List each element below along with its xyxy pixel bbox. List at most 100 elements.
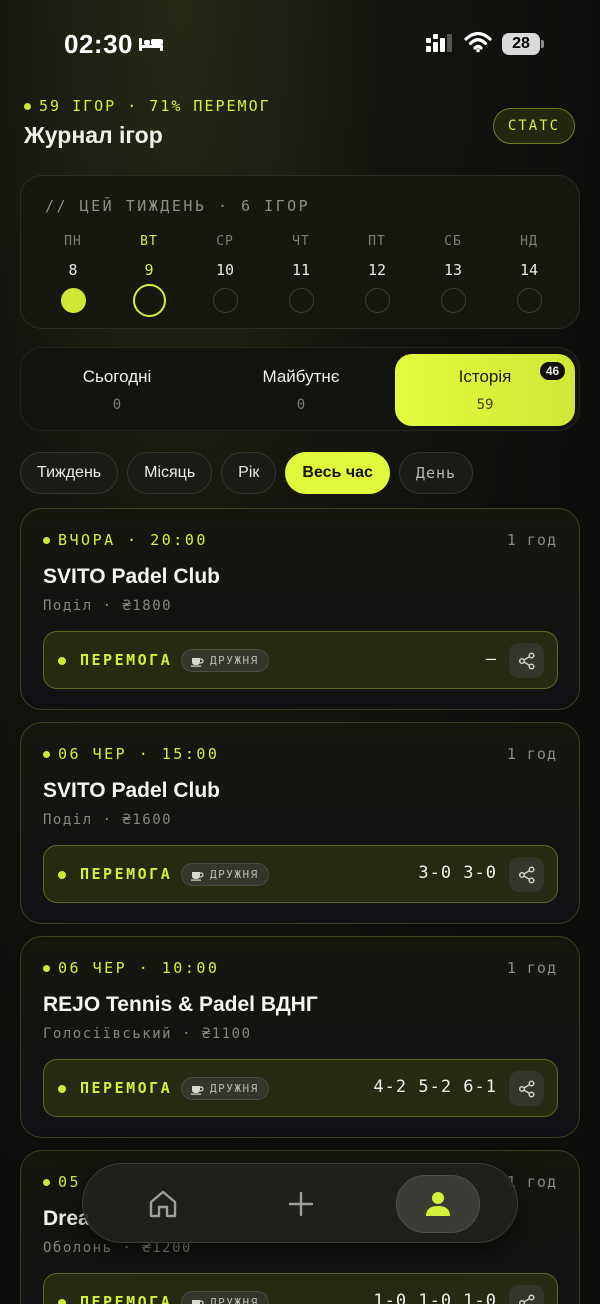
- match-type-text: ДРУЖНЯ: [210, 654, 259, 667]
- battery-tip: [541, 40, 544, 48]
- day-name: ВТ: [140, 234, 158, 249]
- coffee-cup-icon: [192, 1299, 204, 1304]
- share-button[interactable]: [509, 643, 544, 678]
- match-type-tag: ДРУЖНЯ: [181, 863, 269, 886]
- day-number: 10: [215, 261, 235, 279]
- day-number: 14: [519, 261, 539, 279]
- day-fri[interactable]: ПТ 12: [347, 234, 407, 317]
- day-indicator: [60, 288, 86, 313]
- game-card[interactable]: 06 ЧЕР · 15:00 1 год SVITO Padel Club По…: [20, 722, 580, 924]
- share-icon: [518, 651, 535, 670]
- segment-tabs: Сьогодні 0 Майбутнє 0 Історія 59 46: [20, 347, 580, 431]
- status-time: 02:30: [64, 29, 133, 59]
- day-name: ПТ: [368, 234, 386, 249]
- share-button[interactable]: [509, 857, 544, 892]
- game-date-text: 06 ЧЕР · 10:00: [58, 959, 220, 977]
- game-result: ПЕРЕМОГА ДРУЖНЯ 1-0 1-0 1-0: [43, 1273, 558, 1304]
- day-indicator: [364, 288, 390, 313]
- game-score: 3-0 3-0: [418, 863, 497, 883]
- nav-profile[interactable]: [396, 1175, 480, 1233]
- week-days: ПН 8 ВТ 9 СР 10 ЧТ 11 ПТ 12 СБ 13 НД 14: [43, 234, 559, 317]
- filter-day[interactable]: День: [398, 452, 474, 494]
- day-sat[interactable]: СБ 13: [423, 234, 483, 317]
- filter-week[interactable]: Тиждень: [20, 452, 119, 494]
- day-wed[interactable]: СР 10: [195, 234, 255, 317]
- game-score: 4-2 5-2 6-1: [373, 1077, 497, 1097]
- day-name: ЧТ: [292, 234, 310, 249]
- game-card[interactable]: 06 ЧЕР · 10:00 1 год REJO Tennis & Padel…: [20, 936, 580, 1138]
- battery-level: 28: [502, 33, 540, 55]
- game-result: ПЕРЕМОГА ДРУЖНЯ 3-0 3-0: [43, 845, 558, 903]
- summary-dot: [24, 102, 31, 110]
- match-type-tag: ДРУЖНЯ: [181, 649, 269, 672]
- share-button[interactable]: [509, 1285, 544, 1304]
- tab-label: Майбутнє: [262, 367, 340, 386]
- filter-month[interactable]: Місяць: [127, 452, 213, 494]
- home-icon: [149, 1190, 177, 1218]
- tab-upcoming[interactable]: Майбутнє 0: [211, 354, 391, 426]
- bottom-nav: [82, 1163, 518, 1243]
- day-tue[interactable]: ВТ 9: [119, 234, 179, 317]
- day-number: 11: [291, 261, 311, 279]
- game-duration: 1 год: [506, 959, 557, 977]
- game-duration: 1 год: [506, 531, 557, 549]
- day-name: ПН: [64, 234, 82, 249]
- match-type-text: ДРУЖНЯ: [210, 1296, 259, 1304]
- game-date: 06 ЧЕР · 15:00: [43, 745, 219, 763]
- game-result: ПЕРЕМОГА ДРУЖНЯ –: [43, 631, 558, 689]
- game-date: 05: [43, 1173, 81, 1191]
- share-icon: [518, 865, 535, 884]
- game-card[interactable]: ВЧОРА · 20:00 1 год SVITO Padel Club Под…: [20, 508, 580, 710]
- day-sun[interactable]: НД 14: [499, 234, 559, 317]
- date-dot: [43, 536, 50, 544]
- day-name: СР: [216, 234, 234, 249]
- coffee-cup-icon: [191, 657, 204, 667]
- tab-label: Сьогодні: [82, 367, 152, 386]
- game-date-text: ВЧОРА · 20:00: [58, 531, 208, 549]
- profile-icon: [426, 1192, 450, 1216]
- stats-button[interactable]: СТАТС: [493, 108, 575, 144]
- day-name: СБ: [444, 234, 462, 249]
- day-name: НД: [520, 234, 538, 249]
- game-venue: SVITO Padel Club: [43, 779, 220, 802]
- game-date-text: 05: [58, 1173, 82, 1191]
- tab-today[interactable]: Сьогодні 0: [27, 354, 207, 426]
- result-label: ПЕРЕМОГА: [80, 1079, 173, 1097]
- day-number: 12: [367, 261, 387, 279]
- battery-indicator: 28: [502, 33, 544, 55]
- nav-add-game[interactable]: [259, 1175, 343, 1233]
- history-badge: 46: [540, 362, 565, 380]
- match-type-text: ДРУЖНЯ: [210, 1082, 259, 1095]
- summary-text: 59 ІГОР · 71% ПЕРЕМОГ: [39, 97, 271, 115]
- tab-count: 59: [476, 397, 494, 413]
- day-number: 8: [68, 261, 78, 279]
- day-indicator: [212, 288, 238, 313]
- day-thu[interactable]: ЧТ 11: [271, 234, 331, 317]
- tab-count: 0: [296, 397, 306, 413]
- filter-all-time[interactable]: Весь час: [285, 452, 390, 494]
- game-venue: REJO Tennis & Padel ВДНГ: [43, 993, 318, 1016]
- day-indicator: [440, 288, 466, 313]
- date-dot: [43, 750, 50, 758]
- match-type-tag: ДРУЖНЯ: [181, 1077, 269, 1100]
- day-mon[interactable]: ПН 8: [43, 234, 103, 317]
- game-duration: 1 год: [506, 745, 557, 763]
- day-indicator: [516, 288, 542, 313]
- game-location-price: Поділ · ₴1600: [43, 812, 173, 828]
- result-label: ПЕРЕМОГА: [80, 1293, 173, 1304]
- filter-year[interactable]: Рік: [221, 452, 277, 494]
- day-number: 13: [443, 261, 463, 279]
- coffee-cup-icon: [191, 1085, 204, 1095]
- nav-home[interactable]: [121, 1175, 205, 1233]
- coffee-cup-icon: [191, 871, 204, 881]
- game-location-price: Поділ · ₴1800: [43, 598, 173, 614]
- game-date-text: 06 ЧЕР · 15:00: [58, 745, 220, 763]
- game-score: 1-0 1-0 1-0: [373, 1291, 497, 1304]
- game-score: –: [485, 649, 497, 669]
- tab-count: 0: [112, 397, 122, 413]
- day-indicator: [132, 284, 166, 317]
- share-button[interactable]: [509, 1071, 544, 1106]
- tab-history[interactable]: Історія 59 46: [395, 354, 575, 426]
- share-icon: [518, 1293, 535, 1304]
- period-filters: Тиждень Місяць Рік Весь час День: [20, 452, 474, 494]
